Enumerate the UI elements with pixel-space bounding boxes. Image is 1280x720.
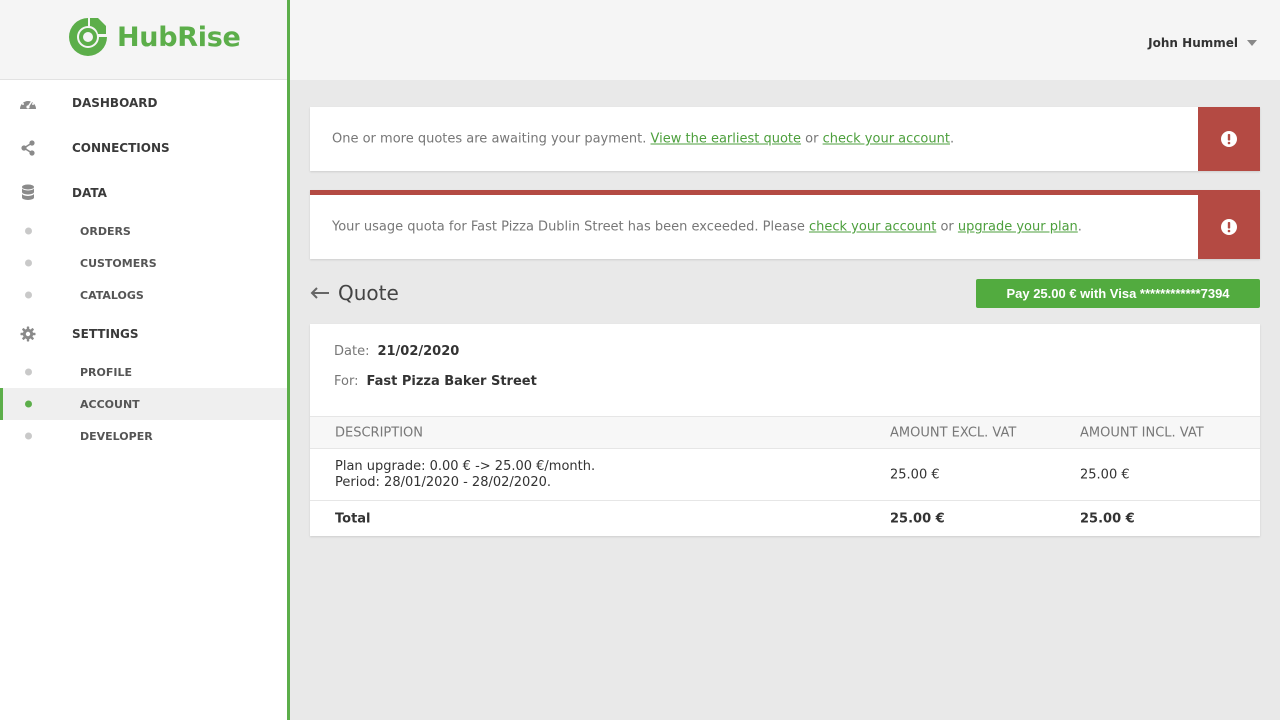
page-title: Quote xyxy=(338,281,399,305)
total-label: Total xyxy=(335,511,371,526)
total-amount-excl: 25.00 € xyxy=(890,511,945,526)
sidebar-item-label: CATALOGS xyxy=(80,288,144,302)
quota-alert: Your usage quota for Fast Pizza Dublin S… xyxy=(310,190,1260,259)
sidebar-item-developer[interactable]: DEVELOPER xyxy=(0,420,287,452)
alert-text: . xyxy=(1077,219,1082,235)
quote-header: Quote xyxy=(310,279,399,307)
row-amount-excl: 25.00 € xyxy=(890,467,940,482)
dashboard-icon xyxy=(19,94,37,112)
sidebar-item-customers[interactable]: CUSTOMERS xyxy=(0,247,287,279)
quote-card: Date: 21/02/2020 For: Fast Pizza Baker Str… xyxy=(310,324,1260,536)
total-row: Total 25.00 € 25.00 € xyxy=(310,501,1260,536)
logo-area: HubRise xyxy=(0,0,287,80)
sidebar-item-orders[interactable]: ORDERS xyxy=(0,215,287,247)
sidebar-item-settings[interactable]: SETTINGS xyxy=(0,311,287,356)
column-header-amount-incl: AMOUNT INCL. VAT xyxy=(1080,425,1204,440)
column-header-description: DESCRIPTION xyxy=(335,425,423,440)
payment-alert: One or more quotes are awaiting your pay… xyxy=(310,107,1260,171)
sidebar-item-label: SETTINGS xyxy=(72,326,139,341)
alert-text: or xyxy=(936,219,958,235)
user-menu[interactable]: John Hummel xyxy=(1148,36,1257,50)
chevron-down-icon xyxy=(1247,40,1257,46)
sidebar: HubRise DASHBOARD CONNECTIONS DATA ORDER… xyxy=(0,0,287,720)
sidebar-item-catalogs[interactable]: CATALOGS xyxy=(0,279,287,311)
alert-text: . xyxy=(949,131,955,147)
bullet-icon xyxy=(25,259,32,267)
column-header-amount-excl: AMOUNT EXCL. VAT xyxy=(890,425,1017,440)
alert-message: Your usage quota for Fast Pizza Dublin S… xyxy=(332,220,1082,235)
for-value: Fast Pizza Baker Street xyxy=(366,374,537,389)
table-row: Plan upgrade: 0.00 € -> 25.00 €/month. P… xyxy=(310,449,1260,501)
share-icon xyxy=(19,139,37,157)
row-description: Plan upgrade: 0.00 € -> 25.00 €/month. P… xyxy=(335,459,595,491)
alert-text: Your usage quota for Fast Pizza Dublin S… xyxy=(332,219,809,235)
gear-icon xyxy=(19,325,37,343)
description-line: Period: 28/01/2020 - 28/02/2020. xyxy=(335,474,551,490)
date-label: Date: xyxy=(334,344,370,359)
back-arrow-icon[interactable] xyxy=(310,286,330,300)
bullet-icon xyxy=(25,227,32,235)
alert-icon-box xyxy=(1198,195,1260,259)
sidebar-item-profile[interactable]: PROFILE xyxy=(0,356,287,388)
sidebar-item-label: DASHBOARD xyxy=(72,95,158,110)
check-account-link[interactable]: check your account xyxy=(809,220,936,235)
sidebar-item-label: PROFILE xyxy=(80,365,133,379)
sidebar-item-data[interactable]: DATA xyxy=(0,170,287,215)
description-line: Plan upgrade: 0.00 € -> 25.00 €/month. xyxy=(335,458,596,474)
alert-message: One or more quotes are awaiting your pay… xyxy=(332,132,954,147)
exclamation-circle-icon xyxy=(1221,219,1237,235)
logo-text[interactable]: HubRise xyxy=(117,22,241,53)
bullet-icon xyxy=(25,291,32,299)
row-amount-incl: 25.00 € xyxy=(1080,467,1130,482)
sidebar-divider xyxy=(287,0,290,720)
exclamation-circle-icon xyxy=(1221,131,1237,147)
top-bar: John Hummel xyxy=(290,0,1280,80)
sidebar-item-label: DEVELOPER xyxy=(80,429,153,443)
bullet-icon xyxy=(25,368,32,376)
alert-text: or xyxy=(801,131,823,147)
alert-text: One or more quotes are awaiting your pay… xyxy=(332,131,651,147)
bullet-icon xyxy=(25,432,32,440)
check-account-link[interactable]: check your account xyxy=(823,132,950,147)
quote-for: For: Fast Pizza Baker Street xyxy=(334,374,537,389)
table-header: DESCRIPTION AMOUNT EXCL. VAT AMOUNT INCL… xyxy=(310,416,1260,449)
view-earliest-quote-link[interactable]: View the earliest quote xyxy=(651,132,802,147)
hubrise-logo-icon[interactable] xyxy=(68,16,108,58)
sidebar-item-label: CONNECTIONS xyxy=(72,140,170,155)
sidebar-item-label: ORDERS xyxy=(80,224,131,238)
sidebar-item-label: ACCOUNT xyxy=(80,397,140,411)
alert-icon-box xyxy=(1198,107,1260,171)
quote-date: Date: 21/02/2020 xyxy=(334,344,459,359)
for-label: For: xyxy=(334,374,359,389)
total-amount-incl: 25.00 € xyxy=(1080,511,1135,526)
sidebar-item-account[interactable]: ACCOUNT xyxy=(0,388,287,420)
sidebar-item-label: CUSTOMERS xyxy=(80,256,157,270)
database-icon xyxy=(19,184,37,202)
upgrade-plan-link[interactable]: upgrade your plan xyxy=(958,220,1078,235)
sidebar-item-connections[interactable]: CONNECTIONS xyxy=(0,125,287,170)
bullet-icon xyxy=(25,400,32,408)
user-name: John Hummel xyxy=(1148,36,1238,50)
pay-button[interactable]: Pay 25.00 € with Visa ************7394 xyxy=(976,279,1260,308)
sidebar-item-dashboard[interactable]: DASHBOARD xyxy=(0,80,287,125)
date-value: 21/02/2020 xyxy=(377,344,460,359)
sidebar-item-label: DATA xyxy=(72,185,107,200)
